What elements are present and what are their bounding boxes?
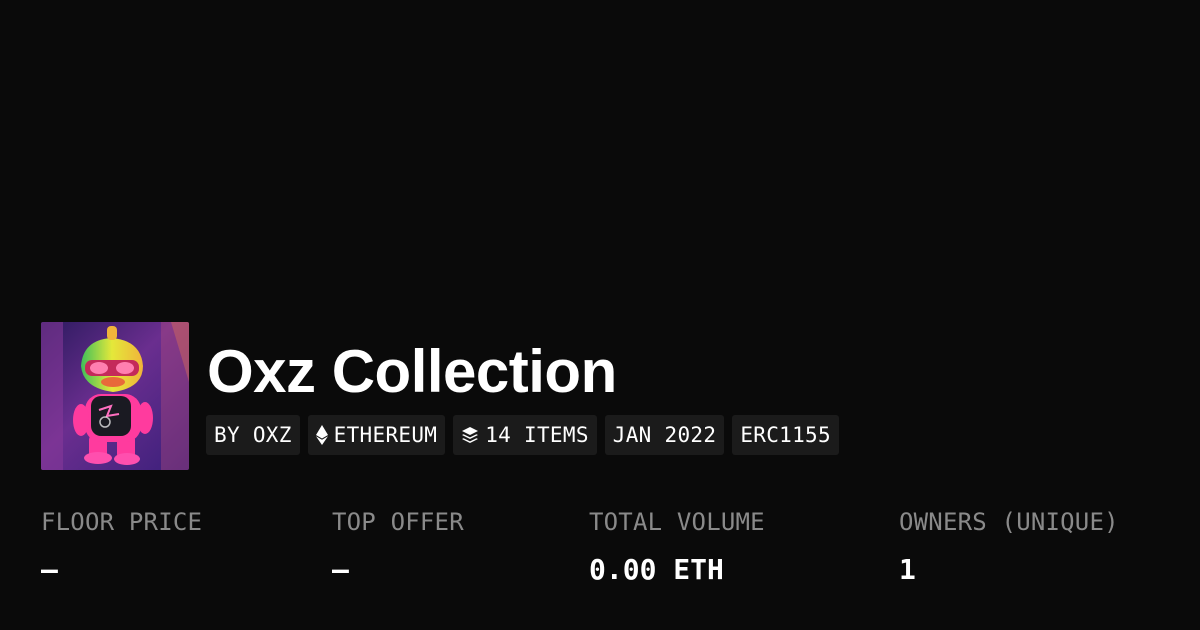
stat-floor-price: FLOOR PRICE – xyxy=(41,505,202,587)
stat-owners-value: 1 xyxy=(899,553,916,586)
stat-total-volume-value: 0.00 ETH xyxy=(589,553,724,586)
tag-standard-label: ERC1155 xyxy=(740,423,831,447)
stat-owners-label: OWNERS (UNIQUE) xyxy=(899,508,1119,536)
stat-owners: OWNERS (UNIQUE) 1 xyxy=(899,505,1119,587)
tag-items[interactable]: 14 ITEMS xyxy=(453,415,597,455)
tag-standard: ERC1155 xyxy=(732,415,839,455)
collection-title: Oxz Collection xyxy=(207,338,617,405)
collection-avatar xyxy=(41,322,189,470)
layers-icon xyxy=(461,426,479,444)
tag-chain-label: ETHEREUM xyxy=(333,423,438,447)
stat-total-volume-label: TOTAL VOLUME xyxy=(589,508,765,536)
stat-floor-price-label: FLOOR PRICE xyxy=(41,508,203,536)
ethereum-icon xyxy=(315,425,328,445)
collection-tags: BY OXZ ETHEREUM 14 ITEMS JAN 2022 ERC115… xyxy=(206,415,839,455)
stat-floor-price-value: – xyxy=(41,553,58,586)
tag-chain[interactable]: ETHEREUM xyxy=(307,415,446,455)
stat-top-offer-label: TOP OFFER xyxy=(332,508,464,536)
stat-total-volume: TOTAL VOLUME 0.00 ETH xyxy=(589,505,765,587)
tag-creator[interactable]: BY OXZ xyxy=(206,415,300,455)
tag-date: JAN 2022 xyxy=(604,415,725,455)
stat-top-offer-value: – xyxy=(332,553,349,586)
tag-creator-label: BY OXZ xyxy=(214,423,292,447)
tag-date-label: JAN 2022 xyxy=(612,423,717,447)
stat-top-offer: TOP OFFER – xyxy=(332,505,464,587)
tag-items-label: 14 ITEMS xyxy=(485,423,589,447)
